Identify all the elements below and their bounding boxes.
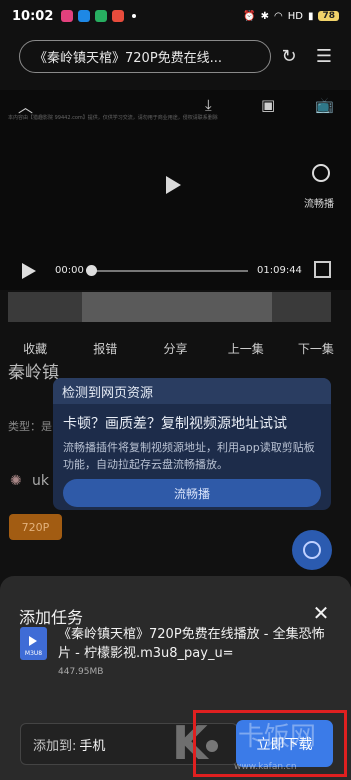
- file-name: 《秦岭镇天棺》720P免费在线播放 - 全集恐怖片 - 柠檬影视.m3u8_pa…: [58, 627, 325, 661]
- status-time: 10:02: [12, 8, 54, 24]
- resource-detected-popup: 检测到网页资源 卡顿？画质差？复制视频源地址试试 流畅播插件将复制视频源地址，利…: [53, 378, 331, 510]
- liuchang-play-button[interactable]: 流畅播: [63, 479, 321, 507]
- page-title-partial: 秦岭镇: [8, 363, 59, 383]
- download-icon[interactable]: ⤓: [205, 96, 212, 114]
- liuchang-play-icon[interactable]: [312, 164, 330, 182]
- previous-episode-button[interactable]: 上一集: [211, 340, 281, 357]
- signal-icon: ▮: [307, 10, 314, 22]
- floating-play-button[interactable]: [292, 530, 332, 570]
- file-play-glyph: [29, 636, 37, 646]
- progress-bar[interactable]: [88, 270, 248, 272]
- save-location-label: 添加到:: [33, 738, 77, 754]
- type-label-partial: 类型：是: [8, 420, 52, 433]
- battery-indicator: 78: [318, 11, 339, 21]
- popup-title: 卡顿？画质差？复制视频源地址试试: [63, 416, 287, 432]
- bluetooth-icon: ✱: [260, 10, 269, 22]
- refresh-icon[interactable]: ↻: [277, 44, 301, 68]
- total-time: 01:09:44: [257, 265, 302, 276]
- center-play-icon[interactable]: [166, 176, 181, 194]
- popup-header: 检测到网页资源: [53, 378, 331, 404]
- source-line-partial: uk: [32, 473, 49, 489]
- favorite-button[interactable]: 收藏: [0, 340, 70, 357]
- m3u8-file-icon: M3U8: [20, 627, 47, 660]
- video-notice-text: 本内容由【猎趣影院 99442.com】提供，仅供学习交流，请勿用于商业用途，侵…: [8, 115, 218, 121]
- status-bar: 10:02 ⏰ ✱ ◠ HD ▮ 78: [0, 0, 351, 32]
- pip-icon[interactable]: ▣: [261, 96, 275, 114]
- notification-app-icon-2: [78, 10, 91, 22]
- source-icon: ✺: [10, 473, 22, 489]
- report-error-button[interactable]: 报错: [70, 340, 140, 357]
- address-bar[interactable]: 《秦岭镇天棺》720P免费在线...: [19, 40, 271, 73]
- quality-badge[interactable]: 720P: [9, 514, 62, 540]
- notification-dot: [132, 14, 137, 18]
- notification-app-icon-3: [95, 10, 108, 22]
- collapse-icon[interactable]: ︿: [18, 96, 33, 116]
- fullscreen-icon[interactable]: [314, 261, 331, 278]
- next-episode-button[interactable]: 下一集: [281, 340, 351, 357]
- address-text: 《秦岭镇天棺》720P免费在线...: [34, 51, 223, 66]
- file-size: 447.95MB: [58, 667, 104, 677]
- liuchang-play-label[interactable]: 流畅播: [304, 195, 334, 210]
- alarm-icon: ⏰: [243, 10, 256, 22]
- ghost-control-bar-highlight: [82, 292, 272, 322]
- highlight-box: [193, 710, 347, 777]
- popup-body: 流畅播插件将复制视频源地址，利用app读取剪贴板功能，自动拉起存云盘流畅播放。: [63, 441, 315, 471]
- file-icon-label: M3U8: [24, 650, 43, 657]
- wifi-icon: ◠: [273, 10, 283, 22]
- notification-app-icon-1: [61, 10, 74, 22]
- status-indicators: ⏰ ✱ ◠ HD ▮ 78: [243, 11, 339, 22]
- save-location-value: 手机: [79, 738, 106, 754]
- progress-knob[interactable]: [86, 265, 97, 276]
- current-time: 00:00: [55, 265, 84, 276]
- close-icon[interactable]: ✕: [312, 603, 330, 623]
- play-icon[interactable]: [22, 263, 36, 279]
- tv-cast-icon[interactable]: 📺: [315, 96, 334, 114]
- hd-icon: HD: [287, 10, 303, 22]
- notification-app-icon-4: [112, 10, 125, 22]
- menu-icon[interactable]: ☰: [312, 44, 336, 68]
- action-row: 收藏 报错 分享 上一集 下一集: [0, 340, 351, 357]
- share-button[interactable]: 分享: [140, 340, 210, 357]
